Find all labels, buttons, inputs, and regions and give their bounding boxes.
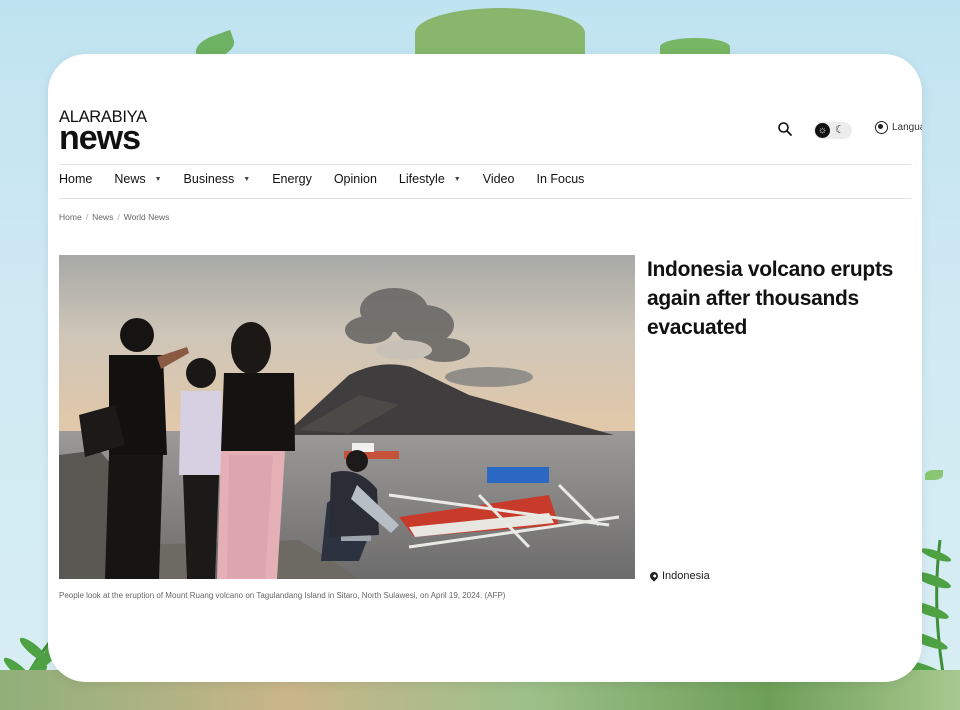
article-hero-image [59, 255, 635, 579]
breadcrumb-separator: / [85, 212, 89, 222]
nav-item-lifestyle[interactable]: Lifestyle ▼ [399, 172, 461, 186]
nav-item-in-focus[interactable]: In Focus [536, 172, 584, 186]
nav-item-business[interactable]: Business ▼ [184, 172, 251, 186]
language-selector[interactable]: Language [875, 121, 922, 134]
header-divider [59, 164, 911, 165]
search-icon[interactable] [777, 121, 793, 137]
nav-item-video[interactable]: Video [483, 172, 515, 186]
breadcrumb-item-home[interactable]: Home [59, 212, 82, 222]
background-tree [415, 8, 585, 58]
breadcrumb-separator: / [117, 212, 120, 222]
location-tag[interactable]: Indonesia [648, 570, 710, 582]
theme-toggle[interactable]: ☼ ☾ [814, 122, 852, 139]
image-caption: People look at the eruption of Mount Rua… [59, 591, 506, 600]
nav-item-opinion[interactable]: Opinion [334, 172, 377, 186]
nav-label: Video [482, 172, 515, 186]
main-nav: Home News ▼ Business ▼ Energy Opinion Life… [59, 172, 606, 186]
chevron-down-icon: ▼ [453, 175, 461, 183]
article-headline: Indonesia volcano erupts again after tho… [647, 258, 894, 339]
nav-label: Opinion [333, 172, 377, 186]
nav-item-energy[interactable]: Energy [272, 172, 312, 186]
nav-label: Lifestyle [398, 172, 445, 186]
nav-label: Business [183, 172, 235, 186]
nav-divider [59, 198, 911, 199]
nav-item-news[interactable]: News ▼ [114, 172, 161, 186]
location-pin-icon [648, 570, 660, 582]
breadcrumb-item-news[interactable]: News [92, 212, 113, 222]
nav-item-home[interactable]: Home [59, 172, 92, 186]
language-label: Language [892, 122, 922, 133]
nav-label: Energy [272, 172, 312, 186]
location-tag-label: Indonesia [662, 570, 710, 582]
breadcrumb: Home / News / World News [59, 212, 169, 222]
chevron-down-icon: ▼ [154, 175, 162, 183]
background-leaf [925, 470, 943, 480]
nav-label: In Focus [536, 172, 585, 186]
breadcrumb-item-world-news[interactable]: World News [124, 212, 170, 222]
site-logo[interactable]: ALARABIYA news [59, 109, 147, 157]
nav-label: News [114, 172, 146, 186]
chevron-down-icon: ▼ [243, 175, 251, 183]
article-page: ALARABIYA news ☼ ☾ Language Home News ▼ B… [48, 54, 922, 682]
logo-wordmark-main: news [59, 119, 141, 157]
nav-label: Home [59, 172, 93, 186]
moon-icon: ☾ [835, 124, 845, 136]
globe-icon [875, 121, 888, 134]
sun-icon: ☼ [815, 123, 830, 138]
